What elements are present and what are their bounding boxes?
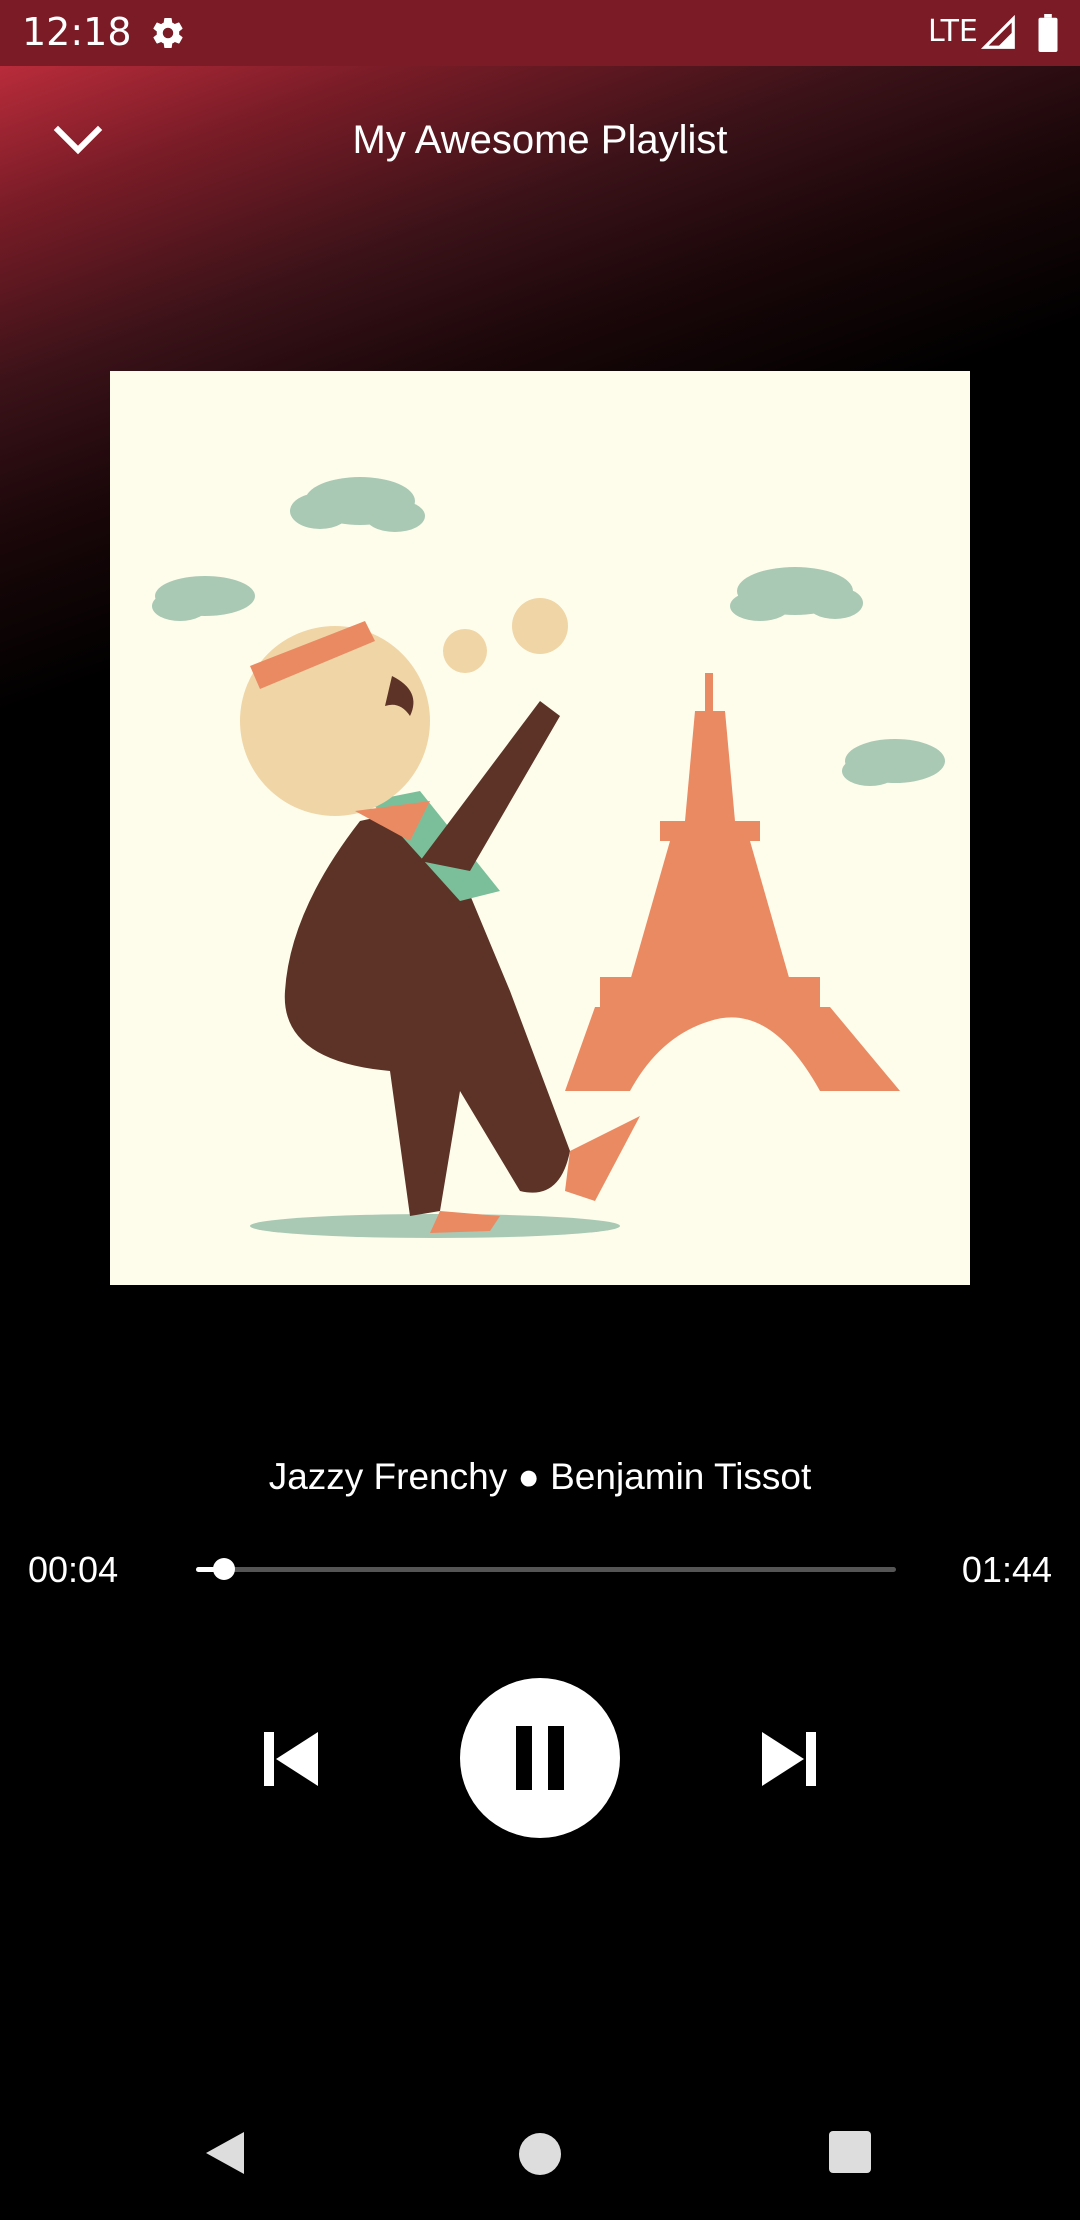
- status-time: 12:18: [22, 10, 132, 54]
- seek-bar-thumb[interactable]: [213, 1558, 235, 1580]
- pause-icon: [516, 1726, 564, 1790]
- back-icon[interactable]: [204, 2130, 248, 2176]
- pause-button[interactable]: [460, 1678, 620, 1838]
- battery-icon: [1038, 14, 1058, 52]
- signal-icon: [980, 14, 1015, 49]
- status-bar: 12:18 LTE: [0, 0, 1080, 66]
- album-artwork: [110, 371, 970, 1285]
- total-duration: 01:44: [961, 1549, 1052, 1590]
- playlist-title: My Awesome Playlist: [352, 118, 728, 162]
- skip-previous-icon[interactable]: [258, 1728, 324, 1790]
- album-art-illustration: [152, 477, 945, 1238]
- skip-next-icon[interactable]: [756, 1728, 822, 1790]
- network-type: LTE: [928, 14, 978, 49]
- track-title-artist: Jazzy Frenchy ● Benjamin Tissot: [268, 1456, 812, 1497]
- gear-icon: [153, 18, 183, 49]
- elapsed-time: 00:04: [28, 1549, 119, 1590]
- home-icon[interactable]: [519, 2133, 561, 2175]
- seek-bar[interactable]: [196, 1558, 896, 1580]
- recents-icon[interactable]: [829, 2131, 871, 2173]
